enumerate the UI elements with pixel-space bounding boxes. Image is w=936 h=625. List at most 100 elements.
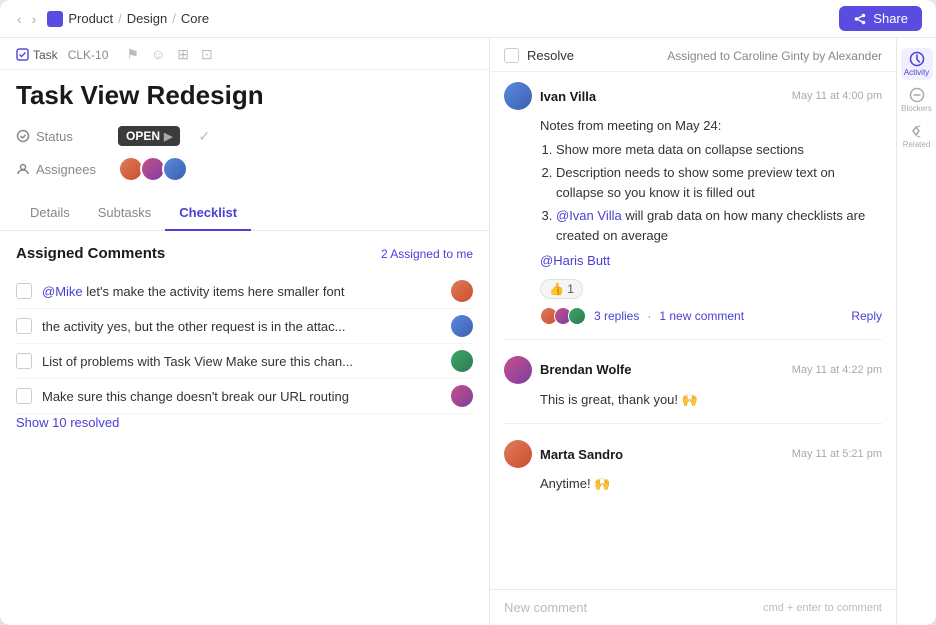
checkbox-1[interactable] xyxy=(16,283,32,299)
comment-body-2: This is great, thank you! 🙌 xyxy=(540,390,882,410)
image-icon[interactable]: ⊡ xyxy=(201,46,213,63)
task-title: Task View Redesign xyxy=(0,70,489,117)
resolve-label[interactable]: Resolve xyxy=(527,48,574,63)
commenter-avatar-3 xyxy=(504,440,532,468)
status-label: Status xyxy=(16,129,106,144)
item-text-1: @Mike let's make the activity items here… xyxy=(42,284,441,299)
comment-input[interactable] xyxy=(504,600,755,615)
right-panel: Resolve Assigned to Caroline Ginty by Al… xyxy=(490,38,896,625)
list-item: Show more meta data on collapse sections xyxy=(556,140,882,160)
assigned-badge[interactable]: 2 Assigned to me xyxy=(381,247,473,261)
resolve-area: Resolve xyxy=(504,48,574,63)
share-label: Share xyxy=(873,11,908,26)
resolve-checkbox[interactable] xyxy=(504,48,519,63)
tab-details[interactable]: Details xyxy=(16,197,84,231)
comment-header-3: Marta Sandro May 11 at 5:21 pm xyxy=(504,440,882,468)
comment-hint: cmd + enter to comment xyxy=(763,602,882,614)
checkbox-2[interactable] xyxy=(16,318,32,334)
sidebar-item-related[interactable]: Related xyxy=(901,120,933,152)
comment-reactions: 👍 1 xyxy=(540,279,882,299)
comment-block: Ivan Villa May 11 at 4:00 pm Notes from … xyxy=(504,82,882,340)
emoji-icon[interactable]: ☺ xyxy=(151,46,165,63)
blockers-icon xyxy=(909,87,925,103)
comment-time-2: May 11 at 4:22 pm xyxy=(792,364,882,376)
commenter-1: Ivan Villa xyxy=(504,82,596,110)
breadcrumb: Product / Design / Core xyxy=(47,11,209,27)
list-item: Make sure this change doesn't break our … xyxy=(16,379,473,414)
comment-header-2: Brendan Wolfe May 11 at 4:22 pm xyxy=(504,356,882,384)
item-avatar-1 xyxy=(451,280,473,302)
commenter-name-3: Marta Sandro xyxy=(540,447,623,462)
mention-ivan[interactable]: @Ivan Villa xyxy=(556,208,622,223)
status-badge[interactable]: OPEN ▶ xyxy=(118,126,180,146)
tag-icon[interactable]: ⊞ xyxy=(177,46,189,63)
task-id: CLK-10 xyxy=(68,48,109,62)
activity-label: Activity xyxy=(904,68,929,77)
comment-block: Brendan Wolfe May 11 at 4:22 pm This is … xyxy=(504,356,882,425)
related-icon xyxy=(909,123,925,139)
app-window: ‹ › Product / Design / Core Share xyxy=(0,0,936,625)
assignees-row: Assignees xyxy=(16,151,473,187)
breadcrumb-sep-2: / xyxy=(172,11,176,26)
item-avatar-2 xyxy=(451,315,473,337)
task-type-label: Task xyxy=(16,48,58,62)
avatar-cluster xyxy=(540,307,586,325)
sidebar-item-activity[interactable]: Activity xyxy=(901,48,933,80)
main-area: Task CLK-10 ⚑ ☺ ⊞ ⊡ Task View Redesign S… xyxy=(0,38,936,625)
task-meta: Status OPEN ▶ ✓ Assignees xyxy=(0,117,489,193)
flag-icon[interactable]: ⚑ xyxy=(126,46,139,63)
back-button[interactable]: ‹ xyxy=(14,9,25,29)
blockers-label: Blockers xyxy=(901,104,932,113)
list-item: Description needs to show some preview t… xyxy=(556,163,882,202)
list-item: List of problems with Task View Make sur… xyxy=(16,344,473,379)
item-text-2: the activity yes, but the other request … xyxy=(42,319,441,334)
new-comment-badge[interactable]: 1 new comment xyxy=(659,309,744,323)
dot-sep: · xyxy=(647,309,651,323)
mini-avatar-3 xyxy=(568,307,586,325)
forward-button[interactable]: › xyxy=(29,9,40,29)
sidebar-item-blockers[interactable]: Blockers xyxy=(901,84,933,116)
item-avatar-4 xyxy=(451,385,473,407)
right-sidebar: Activity Blockers Related xyxy=(896,38,936,625)
status-row: Status OPEN ▶ ✓ xyxy=(16,121,473,151)
mention-haris[interactable]: @Haris Butt xyxy=(540,253,610,268)
related-label: Related xyxy=(903,140,931,149)
tabs: Details Subtasks Checklist xyxy=(0,197,489,231)
comments-list: Ivan Villa May 11 at 4:00 pm Notes from … xyxy=(490,72,896,589)
assignee-avatars xyxy=(118,156,188,182)
status-value: OPEN xyxy=(126,129,160,143)
comment-body-1: Notes from meeting on May 24: Show more … xyxy=(540,116,882,271)
breadcrumb-sep-1: / xyxy=(118,11,122,26)
reaction-thumbsup[interactable]: 👍 1 xyxy=(540,279,583,299)
replies-link[interactable]: 3 replies xyxy=(594,309,639,323)
share-button[interactable]: Share xyxy=(839,6,922,31)
task-icon xyxy=(16,48,29,61)
breadcrumb-product[interactable]: Product xyxy=(68,11,113,26)
comments-header: Resolve Assigned to Caroline Ginty by Al… xyxy=(490,38,896,72)
share-icon xyxy=(853,12,867,26)
list-item: @Mike let's make the activity items here… xyxy=(16,274,473,309)
tab-checklist[interactable]: Checklist xyxy=(165,197,251,231)
show-resolved-link[interactable]: Show 10 resolved xyxy=(16,415,119,430)
breadcrumb-core[interactable]: Core xyxy=(181,11,209,26)
comment-time-3: May 11 at 5:21 pm xyxy=(792,448,882,460)
checkbox-3[interactable] xyxy=(16,353,32,369)
status-icon xyxy=(16,129,30,143)
list-item: @Ivan Villa will grab data on how many c… xyxy=(556,206,882,245)
item-avatar-3 xyxy=(451,350,473,372)
check-icon[interactable]: ✓ xyxy=(198,128,210,145)
nav-arrows: ‹ › xyxy=(14,9,39,29)
status-label-text: Status xyxy=(36,129,73,144)
commenter-2: Brendan Wolfe xyxy=(504,356,632,384)
reply-button[interactable]: Reply xyxy=(851,309,882,323)
tab-subtasks[interactable]: Subtasks xyxy=(84,197,165,231)
checkbox-4[interactable] xyxy=(16,388,32,404)
brand-icon xyxy=(47,11,63,27)
title-bar-left: ‹ › Product / Design / Core xyxy=(14,9,209,29)
checklist-content: Assigned Comments 2 Assigned to me @Mike… xyxy=(0,231,489,625)
breadcrumb-design[interactable]: Design xyxy=(127,11,167,26)
assignees-label: Assignees xyxy=(16,162,106,177)
activity-icon xyxy=(909,51,925,67)
comment-body-3: Anytime! 🙌 xyxy=(540,474,882,494)
status-arrow-icon: ▶ xyxy=(164,130,172,143)
